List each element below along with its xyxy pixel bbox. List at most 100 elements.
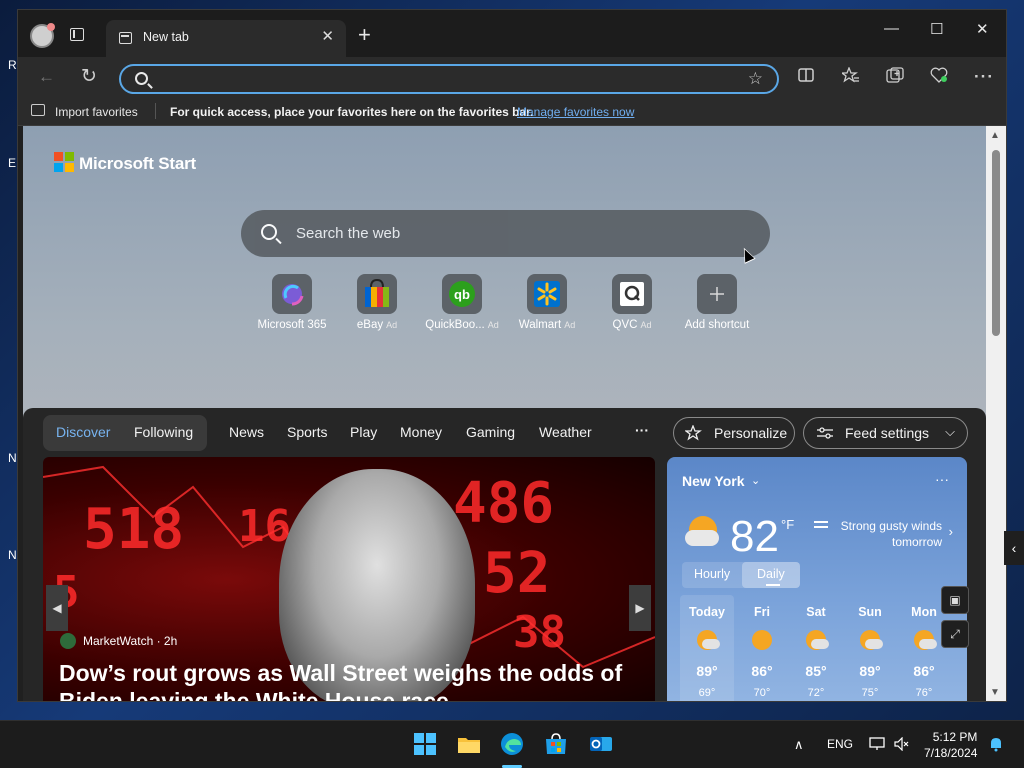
import-favorites-button[interactable]: Import favorites [55, 105, 138, 119]
notification-bell-icon[interactable] [988, 736, 1004, 755]
feed-tab-group: Discover Following [43, 415, 207, 451]
split-screen-icon[interactable] [798, 67, 814, 87]
maximize-button[interactable]: ☐ [930, 20, 943, 38]
new-tab-page-icon [119, 32, 132, 44]
shortcut-quickbooks[interactable]: qb QuickBoo... Ad [420, 274, 504, 331]
scroll-down-icon[interactable]: ▼ [990, 687, 1000, 698]
favorite-star-icon[interactable]: ☆ [748, 69, 763, 89]
shortcut-label: QuickBoo... [425, 319, 485, 331]
weather-city[interactable]: New York [682, 473, 745, 489]
expand-icon[interactable]: ⤢ [941, 620, 969, 648]
shortcut-microsoft-365[interactable]: Microsoft 365 [250, 274, 334, 331]
system-clock[interactable]: 5:12 PM 7/18/2024 [924, 729, 977, 761]
search-icon [261, 224, 277, 240]
tab-close-icon[interactable]: ✕ [321, 28, 334, 46]
desktop-label-fragment: N [8, 451, 17, 465]
show-hidden-icons-icon[interactable]: ∧ [794, 737, 804, 753]
carousel-next-button[interactable]: ▶ [629, 585, 651, 631]
carousel-prev-button[interactable]: ◀ [46, 585, 68, 631]
clock-time: 5:12 PM [932, 730, 978, 744]
edge-browser-icon[interactable] [499, 731, 525, 757]
refresh-icon[interactable]: ↻ [81, 65, 97, 88]
scroll-up-icon[interactable]: ▲ [990, 130, 1000, 141]
favorites-icon[interactable] [840, 66, 860, 88]
sparkle-star-icon [684, 424, 703, 444]
outlook-icon[interactable] [588, 731, 614, 757]
search-icon [135, 72, 148, 85]
marketwatch-logo-icon [60, 633, 76, 649]
hourly-tab[interactable]: Hourly [694, 567, 730, 581]
temperature-unit[interactable]: °F [781, 517, 794, 532]
import-favorites-icon[interactable] [31, 104, 45, 116]
sidebar-expand-icon[interactable]: ‹ [1004, 531, 1024, 565]
file-explorer-icon[interactable] [456, 731, 482, 757]
minimize-button[interactable]: — [884, 20, 899, 37]
forecast-day[interactable]: Today 89° 69° [680, 595, 734, 701]
add-shortcut-button[interactable]: Add shortcut [675, 274, 759, 331]
forecast-day[interactable]: Sat 85° 72° [789, 595, 843, 701]
close-window-button[interactable]: ✕ [976, 20, 989, 38]
weather-more-icon[interactable]: ··· [935, 471, 949, 487]
profile-avatar-icon[interactable] [30, 23, 55, 48]
search-placeholder: Search the web [296, 225, 401, 242]
forecast-day[interactable]: Fri 86° 70° [735, 595, 789, 701]
nav-play[interactable]: Play [350, 424, 377, 440]
nav-news[interactable]: News [229, 424, 264, 440]
change-background-icon[interactable]: ▣ [941, 586, 969, 614]
hero-article-card[interactable]: 518 16 486 52 38 5 ◀ ▶ MarketWatch · 2h … [43, 457, 655, 701]
weather-alert-text[interactable]: Strong gusty winds tomorrow [834, 518, 942, 550]
chevron-right-icon[interactable]: › [949, 524, 953, 539]
new-tab-button[interactable]: + [358, 22, 371, 48]
qvc-icon [612, 274, 652, 314]
partly-sunny-icon [697, 630, 720, 650]
nav-weather[interactable]: Weather [539, 424, 592, 440]
back-arrow-icon[interactable]: ← [38, 67, 55, 87]
daily-tab[interactable]: Daily [757, 567, 785, 581]
personalize-button[interactable]: Personalize [673, 417, 795, 449]
nav-sports[interactable]: Sports [287, 424, 327, 440]
manage-favorites-link[interactable]: Manage favorites now [517, 105, 634, 119]
settings-more-icon[interactable]: ··· [974, 67, 994, 87]
city-dropdown-icon[interactable]: ⌄ [751, 474, 760, 487]
tab-following[interactable]: Following [134, 424, 193, 440]
forecast-toggle: Hourly Daily [682, 562, 800, 588]
weather-card[interactable]: New York ⌄ ··· 82 °F Strong gusty winds … [667, 457, 967, 701]
favorites-bar: Import favorites For quick access, place… [18, 97, 1006, 126]
sunny-icon [752, 630, 772, 650]
ad-badge: Ad [640, 320, 652, 330]
partly-sunny-icon [685, 516, 723, 548]
shortcut-qvc[interactable]: QVC Ad [590, 274, 674, 331]
nav-gaming[interactable]: Gaming [466, 424, 515, 440]
page-scrollbar[interactable]: ▲ ▼ [986, 126, 1006, 701]
start-windows-icon[interactable] [412, 731, 438, 757]
ebay-bag-icon [357, 274, 397, 314]
tab-new-tab[interactable]: New tab ✕ [106, 20, 346, 57]
microsoft-store-icon[interactable] [543, 731, 569, 757]
input-language[interactable]: ENG [827, 737, 853, 751]
feed-settings-button[interactable]: Feed settings ⌵ [803, 417, 968, 449]
ad-badge: Ad [564, 320, 576, 330]
article-headline[interactable]: Dow’s rout grows as Wall Street weighs t… [59, 659, 649, 701]
taskbar: ∧ ENG 5:12 PM 7/18/2024 [0, 720, 1024, 768]
nav-money[interactable]: Money [400, 424, 442, 440]
tab-actions-icon[interactable] [70, 28, 84, 41]
browser-essentials-icon[interactable] [930, 67, 948, 88]
clock-date: 7/18/2024 [924, 746, 978, 760]
partly-sunny-icon [860, 630, 883, 650]
forecast-day[interactable]: Sun 89° 75° [843, 595, 897, 701]
nav-more-icon[interactable]: ··· [635, 422, 649, 438]
shortcut-walmart[interactable]: Walmart Ad [505, 274, 589, 331]
network-icon[interactable] [869, 737, 885, 754]
shortcut-ebay[interactable]: eBay Ad [335, 274, 419, 331]
ad-badge: Ad [487, 320, 499, 330]
scroll-thumb[interactable] [992, 150, 1000, 336]
favorites-divider [155, 103, 156, 119]
quickbooks-icon: qb [442, 274, 482, 314]
web-search-input[interactable]: Search the web [241, 210, 770, 257]
address-bar[interactable]: ☆ [119, 64, 779, 94]
current-temperature: 82 [730, 512, 779, 561]
collections-icon[interactable] [886, 67, 904, 88]
volume-muted-icon[interactable] [894, 736, 910, 754]
tab-discover[interactable]: Discover [56, 424, 110, 440]
desktop-label-fragment: N [8, 548, 17, 562]
